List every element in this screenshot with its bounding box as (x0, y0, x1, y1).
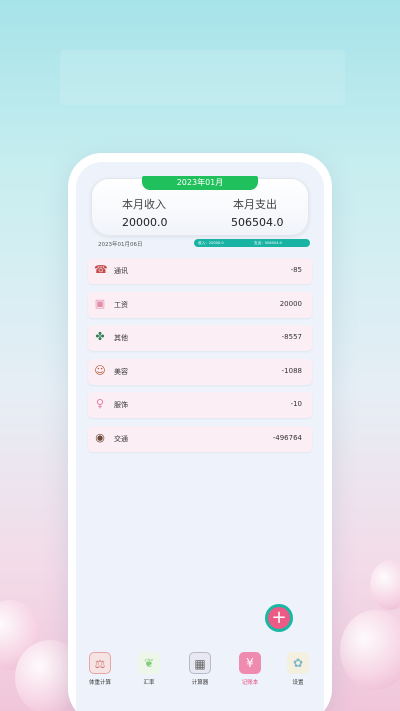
record-amount: -10 (290, 400, 302, 408)
record-amount: 20000 (279, 299, 302, 308)
tab-label: 汇率 (143, 680, 155, 686)
leaf-icon: ❦ (138, 652, 160, 674)
income-expense-bar: 收入：20000.0 支出：506504.0 (194, 239, 310, 247)
record-amount: -1088 (281, 366, 302, 375)
record-name: 其他 (114, 334, 128, 342)
ledger-icon: ¥ (239, 652, 261, 674)
phone-icon: ☎ (94, 263, 108, 276)
list-item[interactable]: ☎ 通讯 -85 (88, 258, 312, 284)
record-name: 工资 (114, 300, 128, 309)
app-screen: 2023年01月 本月收入 本月支出 20000.0 506504.0 2023… (76, 162, 324, 711)
list-item[interactable]: ◉ 交通 -496764 (88, 425, 312, 452)
wallet-icon: ▣ (94, 296, 106, 310)
record-list: ☎ 通讯 -85 ▣ 工资 20000 ✤ 其他 -8557 ☺ 美容 -108… (88, 258, 312, 459)
car-icon: ◉ (95, 430, 105, 444)
tab-exchange-rate[interactable]: ❦ 汇率 (127, 652, 171, 692)
clover-icon: ✤ (95, 330, 105, 343)
tab-label: 记账本 (241, 680, 259, 686)
record-amount: -85 (290, 266, 302, 274)
record-name: 通讯 (114, 267, 128, 275)
tab-settings[interactable]: ✿ 设置 (276, 652, 320, 692)
bar-expense-text: 支出：506504.0 (254, 241, 282, 245)
list-item[interactable]: ♀ 服饰 -10 (88, 392, 312, 418)
scale-icon: ⚖ (89, 652, 111, 674)
heart-decoration (340, 610, 400, 690)
tab-label: 体重计算 (88, 680, 111, 686)
tab-calculator[interactable]: ▦ 计算器 (178, 652, 222, 692)
record-name: 服饰 (114, 401, 128, 409)
tab-ledger[interactable]: ¥ 记账本 (228, 652, 272, 692)
record-name: 美容 (114, 367, 128, 376)
heart-decoration (370, 560, 400, 610)
current-date: 2023年01月06日 (98, 242, 143, 248)
list-item[interactable]: ☺ 美容 -1088 (88, 358, 312, 385)
tab-label: 计算器 (191, 680, 209, 686)
tab-weight-calc[interactable]: ⚖ 体重计算 (78, 652, 122, 692)
list-item[interactable]: ▣ 工资 20000 (88, 291, 312, 318)
record-amount: -8557 (281, 333, 302, 341)
gear-icon: ✿ (287, 652, 309, 674)
expense-value: 506504.0 (231, 216, 284, 229)
top-banner-area (60, 50, 345, 105)
month-selector[interactable]: 2023年01月 (142, 176, 258, 190)
bar-income-text: 收入：20000.0 (198, 241, 224, 245)
tab-label: 设置 (292, 680, 304, 686)
face-icon: ☺ (94, 363, 106, 377)
record-name: 交通 (114, 434, 128, 443)
bottom-tab-bar: ⚖ 体重计算 ❦ 汇率 ▦ 计算器 ¥ 记账本 ✿ 设置 (76, 652, 324, 692)
income-label: 本月收入 (122, 198, 166, 211)
add-record-button[interactable]: + (265, 604, 293, 632)
list-item[interactable]: ✤ 其他 -8557 (88, 325, 312, 351)
record-amount: -496764 (272, 433, 302, 442)
dress-icon: ♀ (95, 397, 105, 410)
expense-label: 本月支出 (233, 198, 277, 211)
calculator-icon: ▦ (189, 652, 211, 674)
income-value: 20000.0 (122, 216, 168, 229)
